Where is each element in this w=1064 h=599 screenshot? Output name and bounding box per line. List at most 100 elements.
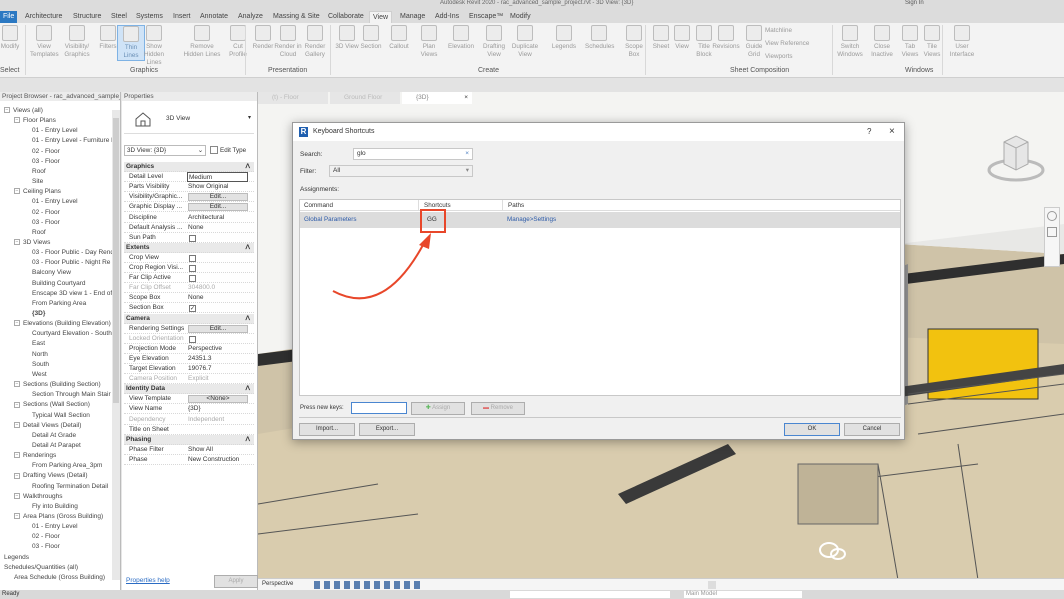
property-value[interactable]: New Construction xyxy=(188,455,239,465)
switch-windows-button[interactable]: Switch Windows xyxy=(836,25,864,59)
checkbox[interactable] xyxy=(189,265,196,272)
elevation-button[interactable]: Elevation xyxy=(447,25,475,51)
tree-item[interactable]: From Parking Area xyxy=(32,299,86,309)
ribbon-tab-annotate[interactable]: Annotate xyxy=(197,11,231,23)
tree-item[interactable]: West xyxy=(32,370,47,380)
viewports-button[interactable]: Viewports xyxy=(765,53,793,61)
tree-item[interactable]: 01 - Entry Level xyxy=(32,522,78,532)
collapse-icon[interactable]: − xyxy=(14,381,20,388)
property-group-header[interactable]: Extents ᐱ xyxy=(124,242,254,253)
schedules-button[interactable]: Schedules xyxy=(585,25,614,51)
checkbox[interactable] xyxy=(189,335,196,343)
property-value[interactable]: {3D} xyxy=(188,404,201,414)
tree-item[interactable]: − Drafting Views (Detail) xyxy=(14,471,88,481)
view-tab[interactable]: (t) - Floor xyxy=(258,92,328,104)
property-value[interactable]: 24351.3 xyxy=(188,354,212,364)
ribbon-tab-massing-site[interactable]: Massing & Site xyxy=(270,11,323,23)
property-value[interactable]: Medium xyxy=(187,172,248,183)
cut-profile-button[interactable]: Cut Profile xyxy=(224,25,252,59)
tree-item[interactable]: Schedules/Quantities (all) xyxy=(4,563,78,573)
tree-item[interactable]: East xyxy=(32,339,45,349)
tree-item[interactable]: − Renderings xyxy=(14,451,56,461)
property-value[interactable]: Architectural xyxy=(188,213,224,223)
collapse-icon[interactable]: − xyxy=(14,421,20,428)
tree-item[interactable]: − Floor Plans xyxy=(14,116,56,126)
property-group-header[interactable]: Graphics ᐱ xyxy=(124,162,254,172)
tree-item[interactable]: 01 - Entry Level xyxy=(32,126,78,136)
tree-item[interactable]: − Views (all) xyxy=(4,106,43,116)
tree-item[interactable]: 02 - Floor xyxy=(32,532,60,542)
tree-item[interactable]: 02 - Floor xyxy=(32,147,60,157)
assign-button[interactable]: ✚ Assign xyxy=(411,402,465,415)
scope-box-button[interactable]: Scope Box xyxy=(620,25,648,59)
tree-item[interactable]: Legends xyxy=(4,553,29,563)
ribbon-tab-architecture[interactable]: Architecture xyxy=(22,11,65,23)
user-interface-button[interactable]: User Interface xyxy=(948,25,976,59)
tree-item[interactable]: Balcony View xyxy=(32,268,71,278)
property-value[interactable]: Explicit xyxy=(188,374,209,384)
tree-item[interactable]: − Detail Views (Detail) xyxy=(14,421,81,431)
ribbon-tab-manage[interactable]: Manage xyxy=(397,11,428,23)
tree-item[interactable]: 01 - Entry Level xyxy=(32,197,78,207)
collapse-icon[interactable]: − xyxy=(14,188,20,195)
collapse-icon[interactable]: − xyxy=(14,117,20,124)
tree-item[interactable]: Detail At Parapet xyxy=(32,441,81,451)
property-value[interactable]: 19076.7 xyxy=(188,364,212,374)
collapse-icon[interactable]: − xyxy=(14,513,20,520)
ribbon-tab-enscape-[interactable]: Enscape™ xyxy=(466,11,506,23)
render-in-cloud-button[interactable]: Render in Cloud xyxy=(274,25,302,59)
tree-item[interactable]: − Area Plans (Gross Building) xyxy=(14,512,103,522)
ribbon-tab-systems[interactable]: Systems xyxy=(133,11,166,23)
property-value[interactable]: Show Original xyxy=(188,182,228,192)
navigation-bar[interactable] xyxy=(1044,207,1060,267)
property-value[interactable]: None xyxy=(188,223,204,233)
tree-item[interactable]: Enscape 3D view 1 - End of C xyxy=(32,289,119,299)
close-button[interactable]: × xyxy=(889,123,895,141)
tree-item[interactable]: Detail At Grade xyxy=(32,431,76,441)
tree-item[interactable]: − Walkthroughs xyxy=(14,492,63,502)
modify-button[interactable]: Modify xyxy=(0,25,20,51)
ribbon-tab-insert[interactable]: Insert xyxy=(170,11,194,23)
collapse-icon[interactable]: − xyxy=(4,107,10,114)
tree-item[interactable]: North xyxy=(32,350,48,360)
tree-item[interactable]: Roof xyxy=(32,167,46,177)
tree-item[interactable]: − Ceiling Plans xyxy=(14,187,61,197)
ribbon-tab-analyze[interactable]: Analyze xyxy=(235,11,266,23)
tree-item[interactable]: Typical Wall Section xyxy=(32,411,90,421)
drafting-view-button[interactable]: Drafting View xyxy=(480,25,508,59)
tree-item[interactable]: From Parking Area_3pm xyxy=(32,461,102,471)
ribbon-tab-file[interactable]: File xyxy=(0,11,18,23)
tree-item[interactable]: 03 - Floor Public - Day Rend xyxy=(32,248,114,258)
cancel-button[interactable]: Cancel xyxy=(844,423,900,436)
project-browser-scrollbar[interactable] xyxy=(112,110,120,580)
close-tab-icon[interactable]: × xyxy=(464,92,468,104)
tree-item[interactable]: 01 - Entry Level - Furniture L xyxy=(32,136,115,146)
horizontal-scrollbar[interactable] xyxy=(708,581,716,589)
tree-item[interactable]: − Sections (Wall Section) xyxy=(14,400,90,410)
ribbon-tab-modify[interactable]: Modify xyxy=(507,11,534,23)
export-button[interactable]: Export... xyxy=(359,423,415,436)
view-templates-button[interactable]: View Templates xyxy=(30,25,59,59)
column-paths[interactable]: Paths xyxy=(502,200,524,211)
tree-item[interactable]: {3D} xyxy=(32,309,45,319)
tree-item[interactable]: Area Schedule (Gross Building) xyxy=(14,573,105,583)
ribbon-tab-add-ins[interactable]: Add-Ins xyxy=(432,11,462,23)
ribbon-tab-view[interactable]: View xyxy=(369,11,393,23)
help-button[interactable]: ? xyxy=(867,123,871,141)
collapse-icon[interactable]: − xyxy=(14,452,20,459)
tree-item[interactable]: 03 - Floor xyxy=(32,157,60,167)
visibility-graphics-button[interactable]: Visibility/ Graphics xyxy=(63,25,91,59)
tree-item[interactable]: Building Courtyard xyxy=(32,279,85,289)
collapse-icon[interactable]: − xyxy=(14,401,20,408)
press-new-keys-input[interactable] xyxy=(351,402,407,414)
legends-button[interactable]: Legends xyxy=(550,25,578,51)
tree-item[interactable]: 03 - Floor xyxy=(32,218,60,228)
tree-item[interactable]: Fly into Building xyxy=(32,502,78,512)
ribbon-tab-collaborate[interactable]: Collaborate xyxy=(325,11,367,23)
callout-button[interactable]: Callout xyxy=(385,25,413,51)
clear-search-icon[interactable]: × xyxy=(465,149,469,159)
checkbox[interactable] xyxy=(189,254,196,262)
ribbon-tab-structure[interactable]: Structure xyxy=(70,11,104,23)
collapse-icon[interactable]: ᐱ xyxy=(246,435,250,445)
close-inactive-button[interactable]: Close Inactive xyxy=(868,25,896,59)
